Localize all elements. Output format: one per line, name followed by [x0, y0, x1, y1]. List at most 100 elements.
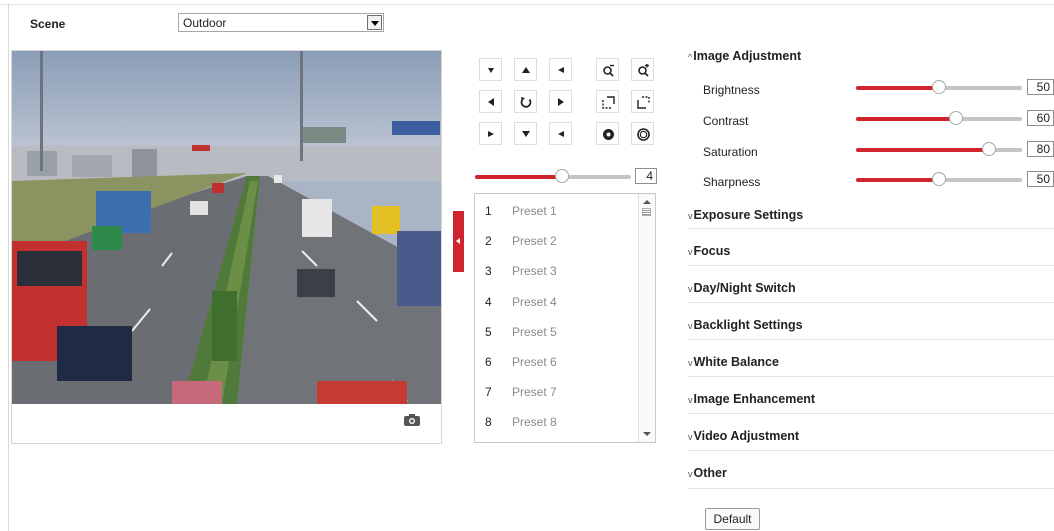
slider-handle[interactable] [555, 169, 569, 183]
preset-item[interactable]: 2 Preset 2 [475, 225, 639, 255]
preset-item[interactable]: 3 Preset 3 [475, 255, 639, 285]
slider-handle[interactable] [932, 80, 946, 94]
preset-scrollbar[interactable] [638, 194, 655, 442]
pan-down-right-button[interactable] [549, 122, 572, 145]
preset-name: Preset 5 [512, 324, 557, 339]
pan-arrow-icon [522, 67, 530, 73]
contrast-label: Contrast [703, 114, 749, 128]
brightness-label: Brightness [703, 83, 760, 97]
preset-number: 4 [485, 294, 492, 309]
preset-item[interactable]: 6 Preset 6 [475, 346, 639, 376]
sharpness-label: Sharpness [703, 175, 761, 189]
chevron-up-icon: ^ [688, 52, 693, 62]
chevron-down-icon: v [688, 358, 693, 368]
pan-up-left-button[interactable] [479, 58, 502, 81]
pan-arrow-icon [558, 67, 564, 73]
focus-far-button[interactable] [631, 90, 654, 113]
iris-close-button[interactable] [596, 122, 619, 145]
zoom-out-icon [603, 64, 614, 77]
pan-down-button[interactable] [514, 122, 537, 145]
exposure-settings-section[interactable]: vExposure Settings [688, 193, 1054, 229]
iris-icon [637, 128, 650, 141]
brightness-value[interactable]: 50 [1027, 79, 1054, 95]
dropdown-arrow-icon[interactable] [367, 15, 382, 30]
preset-item[interactable]: 8 Preset 8 [475, 406, 639, 436]
iris-open-button[interactable] [631, 122, 654, 145]
preset-list[interactable]: 1 Preset 1 2 Preset 2 3 Preset 3 4 Preset 4 5 Pre… [474, 193, 656, 443]
chevron-down-icon: v [688, 321, 693, 331]
pan-arrow-icon [558, 131, 564, 137]
chevron-down-icon: v [688, 247, 693, 257]
focus-section[interactable]: vFocus [688, 229, 1054, 266]
image-adjustment-header[interactable]: ^Image Adjustment [688, 49, 801, 63]
chevron-down-icon: v [688, 211, 693, 221]
day-night-switch-section[interactable]: vDay/Night Switch [688, 266, 1054, 303]
white-balance-section[interactable]: vWhite Balance [688, 340, 1054, 377]
preset-item[interactable]: 4 Preset 4 [475, 286, 639, 316]
saturation-slider[interactable] [856, 142, 1022, 158]
preset-name: Preset 1 [512, 204, 557, 218]
zoom-in-button[interactable] [631, 58, 654, 81]
pan-arrow-icon [558, 98, 564, 106]
preset-number: 6 [485, 355, 492, 369]
ptz-speed-slider[interactable] [475, 169, 631, 185]
default-button[interactable]: Default [705, 508, 760, 530]
preset-number: 1 [485, 204, 492, 218]
preset-number: 2 [485, 234, 492, 249]
preset-item[interactable]: 7 Preset 7 [475, 376, 639, 406]
contrast-slider[interactable] [856, 111, 1022, 127]
zoom-in-icon [638, 64, 649, 77]
preset-number: 7 [485, 385, 492, 400]
pan-arrow-icon [488, 98, 494, 106]
highway-video-image [12, 51, 441, 404]
auto-pan-button[interactable] [514, 90, 537, 113]
preset-number: 5 [485, 324, 492, 339]
pan-right-button[interactable] [549, 90, 572, 113]
saturation-label: Saturation [703, 145, 758, 159]
pan-up-right-button[interactable] [549, 58, 572, 81]
video-adjustment-section[interactable]: vVideo Adjustment [688, 414, 1054, 451]
image-enhancement-section[interactable]: vImage Enhancement [688, 377, 1054, 414]
focus-near-button[interactable] [596, 90, 619, 113]
left-divider [8, 4, 9, 531]
camera-snapshot-icon[interactable] [404, 414, 420, 426]
backlight-settings-section[interactable]: vBacklight Settings [688, 303, 1054, 340]
sharpness-slider[interactable] [856, 172, 1022, 188]
chevron-down-icon: v [688, 284, 693, 294]
zoom-out-button[interactable] [596, 58, 619, 81]
scene-label: Scene [30, 17, 66, 31]
preset-item[interactable]: 1 Preset 1 [475, 195, 639, 225]
preset-name: Preset 6 [512, 355, 557, 369]
scroll-up-icon[interactable] [643, 200, 651, 204]
scene-select-value: Outdoor [183, 16, 227, 30]
other-section[interactable]: vOther [688, 451, 1054, 489]
chevron-down-icon: v [688, 432, 693, 442]
saturation-value[interactable]: 80 [1027, 141, 1054, 157]
preset-number: 3 [485, 264, 492, 279]
scroll-down-icon[interactable] [643, 432, 651, 436]
top-divider [0, 4, 1054, 5]
preset-number: 8 [485, 415, 492, 430]
focus-icon [602, 96, 615, 109]
pan-down-left-button[interactable] [479, 122, 502, 145]
slider-handle[interactable] [982, 142, 996, 156]
preset-name: Preset 7 [512, 385, 557, 400]
focus-icon [637, 96, 650, 109]
brightness-slider[interactable] [856, 80, 1022, 96]
ptz-speed-value[interactable]: 4 [635, 168, 657, 184]
pan-up-button[interactable] [514, 58, 537, 81]
scroll-grip[interactable] [642, 208, 651, 216]
slider-handle[interactable] [932, 172, 946, 186]
scene-select[interactable]: Outdoor [178, 13, 384, 32]
live-video[interactable] [12, 51, 441, 404]
preset-name: Preset 3 [512, 264, 557, 279]
pan-arrow-icon [522, 131, 530, 137]
pan-left-button[interactable] [479, 90, 502, 113]
collapse-icon[interactable] [453, 211, 464, 272]
preset-name: Preset 8 [512, 415, 557, 430]
sharpness-value[interactable]: 50 [1027, 171, 1054, 187]
contrast-value[interactable]: 60 [1027, 110, 1054, 126]
preset-name: Preset 2 [512, 234, 557, 249]
slider-handle[interactable] [949, 111, 963, 125]
preset-item[interactable]: 5 Preset 5 [475, 316, 639, 346]
